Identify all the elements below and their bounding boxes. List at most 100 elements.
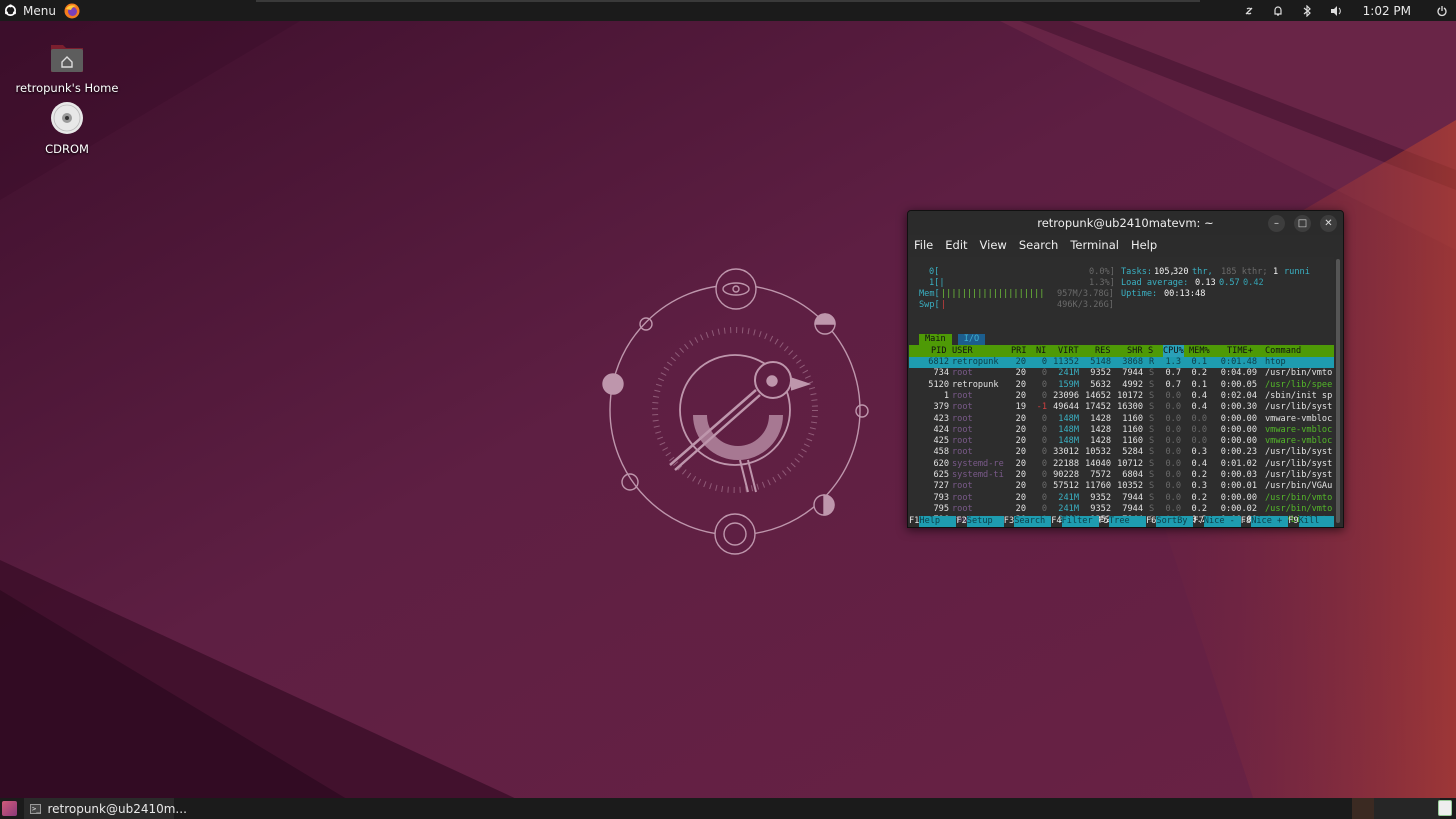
col-time[interactable]: TIME+ (1227, 345, 1253, 357)
cell-pri: 20 (1015, 357, 1026, 367)
table-row[interactable]: 6812 retropunk 20 0 11352 5148 3868 R 1.3 0.1 0:01… (909, 357, 1334, 369)
menu-button[interactable]: Menu (0, 0, 56, 21)
cell-time: 0:02.04 (1220, 390, 1257, 401)
menu-file[interactable]: File (914, 238, 933, 252)
fkey-label[interactable]: Help (919, 516, 957, 527)
fkey-f9[interactable]: F9 (1288, 516, 1298, 527)
cell-pid: 458 (933, 447, 949, 458)
table-row[interactable]: 425 root 20 0 148M 1428 1160 S 0.0 0.0 0:00.00 vmwa… (909, 436, 1334, 447)
col-user[interactable]: USER (952, 345, 973, 357)
menu-terminal[interactable]: Terminal (1070, 238, 1119, 252)
network-icon[interactable] (1235, 0, 1264, 21)
menu-search[interactable]: Search (1019, 238, 1059, 252)
desktop-icon-home[interactable]: retropunk's Home (12, 39, 122, 95)
cell-time: 0:00.23 (1220, 447, 1257, 458)
fkey-label[interactable]: Filter (1061, 516, 1099, 527)
fkey-f3[interactable]: F3 (1004, 516, 1014, 527)
trash-icon[interactable] (1438, 800, 1452, 816)
cell-res: 5148 (1090, 357, 1111, 367)
workspace-4[interactable] (1418, 798, 1440, 819)
cell-time: 0:00.05 (1220, 379, 1257, 390)
fkey-label[interactable]: SortBy (1156, 516, 1194, 527)
cell-cpu: 0.0 (1165, 390, 1181, 401)
col-shr[interactable]: SHR (1127, 345, 1143, 357)
menu-view[interactable]: View (980, 238, 1007, 252)
firefox-icon[interactable] (64, 3, 80, 19)
table-row[interactable]: 423 root 20 0 148M 1428 1160 S 0.0 0.0 0:00.00 vmwa… (909, 414, 1334, 425)
cell-time: 0:00.02 (1220, 503, 1257, 514)
tab-main[interactable]: Main (919, 334, 952, 345)
table-row[interactable]: 793 root 20 0 241M 9352 7944 S 0.0 0.2 0:00.00/usr… (909, 493, 1334, 504)
cell-shr: 10712 (1117, 458, 1143, 469)
fkey-label[interactable]: Nice + (1251, 516, 1289, 527)
close-icon[interactable]: ✕ (1320, 215, 1337, 232)
workspace-2[interactable] (1374, 798, 1396, 819)
cell-res: 5632 (1090, 379, 1111, 390)
clock[interactable]: 1:02 PM (1351, 4, 1427, 18)
table-row[interactable]: 458 root 20 0 33012 10532 5284 S 0.0 0.3 0:00.23/u… (909, 447, 1334, 458)
bell-icon[interactable] (1264, 0, 1293, 21)
workspace-1[interactable] (1352, 798, 1374, 819)
col-pid[interactable]: PID (931, 345, 947, 357)
cell-pri: 20 (1015, 413, 1026, 424)
table-row[interactable]: 424 root 20 0 148M 1428 1160 S 0.0 0.0 0:00.00 vmwa… (909, 425, 1334, 436)
maximize-icon[interactable]: □ (1294, 215, 1311, 232)
cell-time: 0:00.03 (1220, 470, 1257, 480)
menu-edit[interactable]: Edit (945, 238, 967, 252)
cell-pid: 734 (933, 368, 949, 379)
desktop-icon-cdrom[interactable]: CDROM (12, 100, 122, 156)
table-row[interactable]: 1 root 20 0 23096 14652 10172 S 0.0 0.4 0:02.04/sb… (909, 391, 1334, 402)
fkey-label[interactable]: Search (1014, 516, 1052, 527)
cell-shr: 16300 (1117, 402, 1143, 413)
terminal-window[interactable]: retropunk@ub2410matevm: ~ – □ ✕ File Edi… (907, 210, 1344, 528)
cell-pid: 625 (933, 470, 949, 480)
fkey-f7[interactable]: F7 (1193, 516, 1203, 527)
volume-icon[interactable] (1322, 0, 1351, 21)
minimize-icon[interactable]: – (1268, 215, 1285, 232)
cell-ni: 0 (1041, 368, 1047, 379)
table-row[interactable]: 727 root 20 0 57512 11760 10352 S 0.0 0.3 0:00.01 /… (909, 481, 1334, 492)
fkey-label[interactable]: Setup (966, 516, 1004, 527)
fkey-label[interactable]: Nice - (1203, 516, 1241, 527)
fkey-f1[interactable]: F1 (909, 516, 919, 527)
htop-screen[interactable]: 0[ 0.0%] 1[| 1.3%] Mem[ ||||||||||||||||… (909, 257, 1334, 527)
power-icon[interactable] (1427, 0, 1456, 21)
cell-s: S (1149, 379, 1155, 390)
fkey-label[interactable]: Kill (1298, 516, 1334, 527)
col-s[interactable]: S (1148, 345, 1153, 357)
col-virt[interactable]: VIRT (1058, 345, 1079, 357)
fkey-f6[interactable]: F6 (1146, 516, 1156, 527)
window-titlebar[interactable]: retropunk@ub2410matevm: ~ – □ ✕ (908, 211, 1343, 235)
table-row[interactable]: 620 systemd-re 20 0 22188 14040 10712 S 0.0 0.4 0:… (909, 459, 1334, 470)
col-command[interactable]: Command (1265, 345, 1301, 357)
table-row[interactable]: 379 root 19 -1 49644 17452 16300 S 0.0 0.4 0:00.30… (909, 402, 1334, 413)
table-row[interactable]: 734 root 20 0 241M 9352 7944 S 0.7 0.2 0:04.09/usr… (909, 368, 1334, 379)
fkey-f4[interactable]: F4 (1051, 516, 1061, 527)
table-row[interactable]: 795 root 20 0 241M 9352 7944 S 0.0 0.2 0:00.02/usr… (909, 504, 1334, 515)
cell-s: S (1149, 447, 1155, 458)
col-pri[interactable]: PRI (1011, 345, 1027, 357)
col-cpu[interactable]: CPU% (1163, 345, 1184, 357)
col-mem[interactable]: MEM% (1189, 345, 1210, 357)
fkey-f5[interactable]: F5 (1099, 516, 1109, 527)
cell-cmd: vmware-vmbloc (1265, 436, 1333, 447)
cell-s: S (1149, 481, 1155, 492)
bluetooth-icon[interactable] (1293, 0, 1322, 21)
col-res[interactable]: RES (1095, 345, 1111, 357)
taskbar-item-terminal[interactable]: >_ retropunk@ub2410m... (24, 798, 187, 819)
cell-pid: 424 (933, 424, 949, 435)
table-row[interactable]: 5120 retropunk 20 0 159M 5632 4992 S 0.7 0.1 0:00.… (909, 380, 1334, 391)
load-1: 0.13 (1195, 278, 1216, 288)
fkey-f2[interactable]: F2 (956, 516, 966, 527)
table-row[interactable]: 625 systemd-ti 20 0 90228 7572 6804 S 0.0 0.2 0:00… (909, 470, 1334, 481)
menu-help[interactable]: Help (1131, 238, 1157, 252)
cell-time: 0:00.01 (1220, 481, 1257, 492)
terminal-scrollbar[interactable] (1336, 259, 1340, 523)
workspace-3[interactable] (1396, 798, 1418, 819)
fkey-label[interactable]: Tree (1109, 516, 1146, 527)
cell-pid: 1 (943, 390, 949, 401)
col-ni[interactable]: NI (1036, 345, 1046, 357)
show-desktop-button[interactable] (2, 801, 17, 816)
fkey-f8[interactable]: F8 (1241, 516, 1251, 527)
tab-io[interactable]: I/O (957, 334, 986, 345)
